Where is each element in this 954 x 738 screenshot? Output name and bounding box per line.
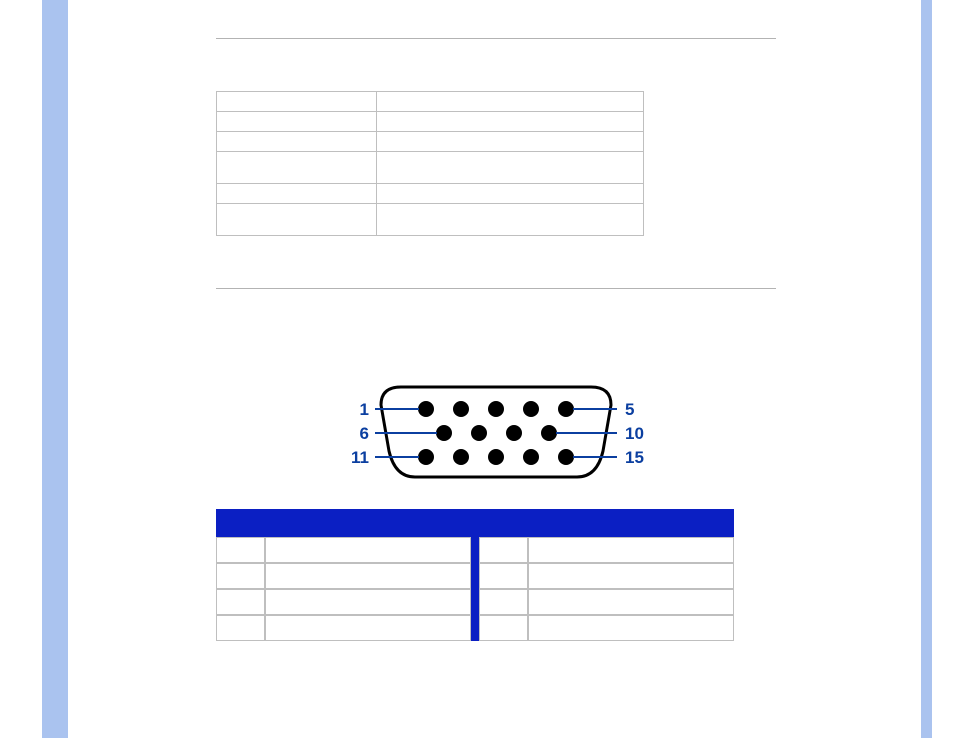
table-row	[217, 152, 644, 184]
pin-cell	[216, 615, 265, 641]
pin-label: 5	[625, 400, 634, 419]
signal-cell	[528, 563, 734, 589]
signal-cell	[528, 537, 734, 563]
pin-cell	[216, 563, 265, 589]
right-rail	[921, 0, 932, 738]
pin-label: 15	[625, 448, 644, 467]
signal-cell	[265, 589, 471, 615]
spec-cell	[376, 132, 643, 152]
table-row	[217, 132, 644, 152]
signal-cell	[265, 537, 471, 563]
spec-cell	[217, 204, 377, 236]
spec-cell	[217, 92, 377, 112]
table-divider	[471, 509, 479, 537]
signal-header	[528, 509, 734, 537]
pin-cell	[479, 537, 528, 563]
spec-cell	[376, 152, 643, 184]
pin-label: 6	[360, 424, 369, 443]
pin-header	[216, 509, 265, 537]
pin-header	[479, 509, 528, 537]
table-row	[217, 184, 644, 204]
spec-cell	[376, 112, 643, 132]
table-divider	[471, 563, 479, 589]
table-row	[216, 589, 734, 615]
spec-cell	[217, 112, 377, 132]
table-row	[217, 204, 644, 236]
pin-cell	[479, 563, 528, 589]
pin-cell	[479, 615, 528, 641]
spec-table	[216, 91, 644, 236]
left-rail	[42, 0, 68, 738]
section-divider	[216, 38, 776, 39]
section-divider	[216, 288, 776, 289]
spec-cell	[376, 204, 643, 236]
pin-cell	[216, 537, 265, 563]
table-row	[216, 615, 734, 641]
signal-header	[265, 509, 471, 537]
signal-cell	[528, 615, 734, 641]
table-divider	[471, 615, 479, 641]
pin-cell	[479, 589, 528, 615]
spec-cell	[217, 184, 377, 204]
signal-cell	[265, 615, 471, 641]
spec-cell	[217, 132, 377, 152]
table-row	[216, 563, 734, 589]
pin-label: 10	[625, 424, 644, 443]
pin-label: 1	[360, 400, 369, 419]
pin-label: 11	[351, 448, 369, 467]
signal-cell	[265, 563, 471, 589]
connector-diagram: 1 6 11 5 10 15	[216, 371, 776, 501]
signal-cell	[528, 589, 734, 615]
pin-cell	[216, 589, 265, 615]
table-header-row	[216, 509, 734, 537]
table-divider	[471, 589, 479, 615]
table-row	[217, 112, 644, 132]
spec-cell	[376, 92, 643, 112]
document-content: 1 6 11 5 10 15	[216, 0, 776, 641]
pinout-table	[216, 509, 734, 641]
spec-cell	[376, 184, 643, 204]
spec-cell	[217, 152, 377, 184]
table-row	[216, 537, 734, 563]
table-row	[217, 92, 644, 112]
table-divider	[471, 537, 479, 563]
